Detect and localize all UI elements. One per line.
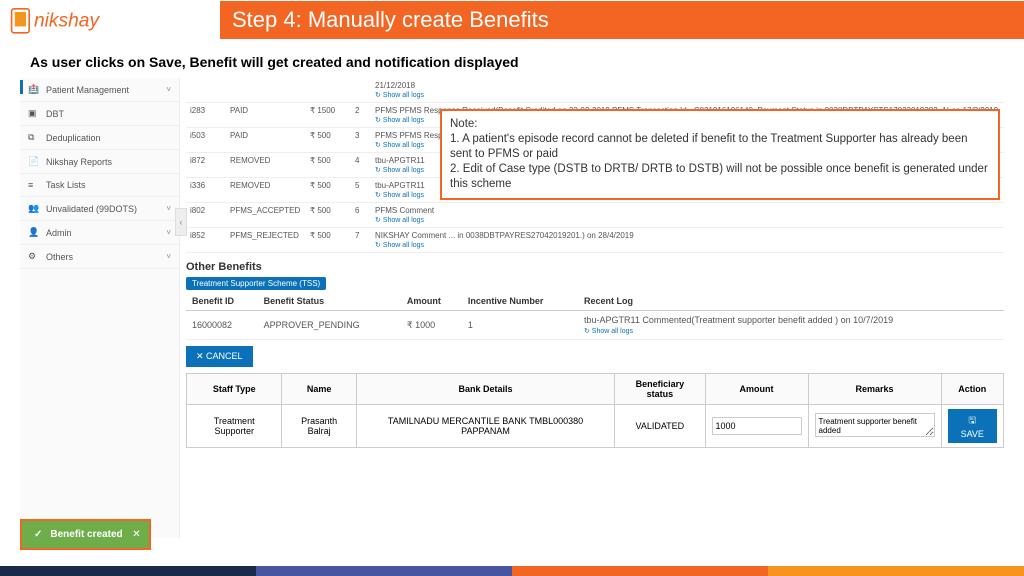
remarks-input[interactable] [815,413,935,437]
note-callout: Note: 1. A patient's episode record cann… [440,109,1000,200]
show-all-logs-link[interactable]: Show all logs [375,142,424,149]
show-all-logs-link[interactable]: Show all logs [375,117,424,124]
footer-stripe [0,566,1024,576]
new-benefit-table: Staff Type Name Bank Details Beneficiary… [186,373,1004,448]
col-staff-type: Staff Type [187,374,282,405]
menu-icon: ▣ [28,108,40,119]
table-row: i852PFMS_REJECTED₹ 5007NIKSHAY Comment .… [186,228,1004,253]
col-recent-log: Recent Log [578,292,1004,311]
sidebar-item-label: Others [46,252,73,262]
col-amount: Amount [705,374,808,405]
chevron-down-icon: ˅ [166,252,171,261]
sidebar-item[interactable]: 📄 Nikshay Reports [20,150,179,174]
show-all-logs-link[interactable]: Show all logs [375,167,424,174]
sidebar-item[interactable]: 👥 Unvalidated (99DOTS) ˅ [20,197,179,221]
note-line-1: 1. A patient's episode record cannot be … [450,132,990,162]
menu-icon: 📄 [28,156,40,167]
svg-text:nikshay: nikshay [34,10,100,31]
note-title: Note: [450,117,990,132]
col-benefit-id: Benefit ID [186,292,258,311]
menu-icon: ⧉ [28,132,40,143]
col-remarks: Remarks [808,374,941,405]
save-button[interactable]: 🖫 SAVE [948,409,997,443]
sidebar-item[interactable]: ▣ DBT [20,102,179,126]
sidebar-item-label: DBT [46,109,64,119]
menu-icon: ⚙ [28,251,40,262]
show-all-logs-link[interactable]: Show all logs [375,242,424,249]
toast-close-button[interactable]: ✕ [132,529,140,540]
table-row: i802PFMS_ACCEPTED₹ 5006PFMS CommentShow … [186,203,1004,228]
table-row: 21/12/2018Show all logs [186,78,1004,103]
sidebar-collapse-toggle[interactable]: ‹ [175,208,187,236]
menu-icon: 👥 [28,203,40,214]
chevron-down-icon: ˅ [166,204,171,213]
nikshay-logo-icon: nikshay [10,4,138,36]
sidebar: 🏥 Patient Management ˅ ▣ DBT ⧉ Deduplication 📄 N… [20,78,180,538]
sidebar-item[interactable]: 👤 Admin ˅ [20,221,179,245]
sidebar-item-label: Admin [46,228,72,238]
sidebar-item[interactable]: ⧉ Deduplication [20,126,179,150]
other-benefits-table: Benefit ID Benefit Status Amount Incenti… [186,292,1004,340]
sidebar-item-label: Unvalidated (99DOTS) [46,204,137,214]
other-benefits-title: Other Benefits [186,253,1004,277]
show-all-logs-link[interactable]: Show all logs [375,92,424,99]
sidebar-item[interactable]: ⚙ Others ˅ [20,245,179,269]
col-incentive-number: Incentive Number [462,292,578,311]
header: nikshay Step 4: Manually create Benefits [0,0,1024,40]
col-amount: Amount [401,292,462,311]
instruction-text: As user clicks on Save, Benefit will get… [0,40,1024,78]
chevron-down-icon: ˅ [166,228,171,237]
toast-text: Benefit created [50,529,122,540]
sidebar-item-label: Patient Management [46,85,129,95]
sidebar-item-label: Task Lists [46,180,86,190]
table-row: 16000082 APPROVER_PENDING 1000 1 tbu-APG… [186,311,1004,340]
sidebar-item[interactable]: 🏥 Patient Management ˅ [20,78,179,102]
col-action: Action [941,374,1003,405]
col-beneficiary-status: Beneficiary status [615,374,705,405]
cancel-button[interactable]: ✕ CANCEL [186,346,253,367]
amount-input[interactable] [712,417,802,435]
note-line-2: 2. Edit of Case type (DSTB to DRTB/ DRTB… [450,162,990,192]
chevron-down-icon: ˅ [166,85,171,94]
sidebar-item[interactable]: ≡ Task Lists [20,174,179,197]
col-name: Name [282,374,356,405]
sidebar-item-label: Nikshay Reports [46,157,112,167]
show-all-logs-link[interactable]: Show all logs [375,217,424,224]
sidebar-item-label: Deduplication [46,133,101,143]
page-title: Step 4: Manually create Benefits [220,1,1024,39]
toast-notification: ✓ Benefit created ✕ [20,519,151,550]
check-icon: ✓ [34,529,42,540]
col-bank-details: Bank Details [356,374,614,405]
show-all-logs-link[interactable]: Show all logs [584,328,633,335]
logo: nikshay [0,0,220,40]
menu-icon: ≡ [28,180,40,190]
scheme-tag: Treatment Supporter Scheme (TSS) [186,277,326,290]
menu-icon: 🏥 [28,84,40,95]
menu-icon: 👤 [28,227,40,238]
col-benefit-status: Benefit Status [258,292,401,311]
show-all-logs-link[interactable]: Show all logs [375,192,424,199]
sidebar-accent [20,80,23,94]
table-row: Treatment Supporter Prasanth Balraj TAMI… [187,405,1004,448]
